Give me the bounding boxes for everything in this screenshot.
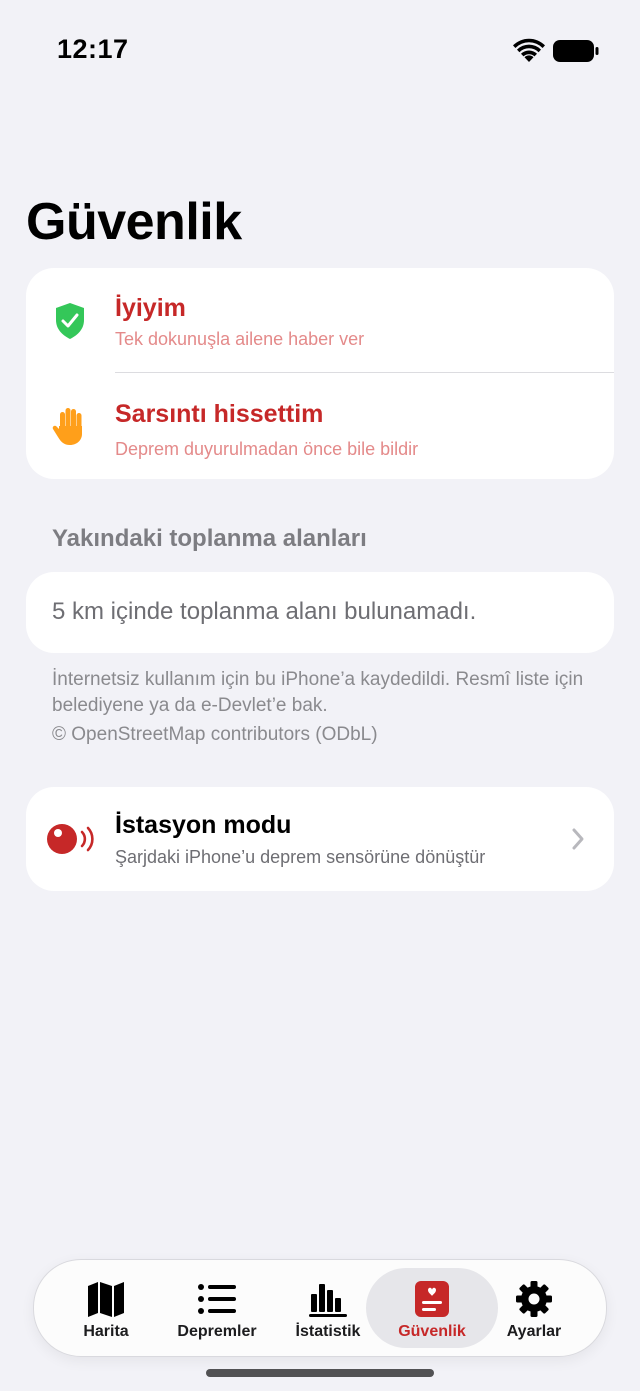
osm-attribution: © OpenStreetMap contributors (ODbL) [52, 724, 378, 745]
felt-shaking-title: Sarsıntı hissettim [115, 400, 324, 428]
tab-label: İstatistik [295, 1323, 361, 1340]
wifi-icon [513, 38, 545, 62]
tab-label: Güvenlik [398, 1323, 466, 1340]
assembly-footnote: İnternetsiz kullanım için bu iPhone’a ka… [52, 669, 584, 716]
station-mode-subtitle: Şarjdaki iPhone’u deprem sensörüne dönüş… [115, 847, 486, 867]
safety-actions-card: İyiyim Tek dokunuşla ailene haber ver Sa… [26, 268, 614, 479]
im-safe-subtitle: Tek dokunuşla ailene haber ver [115, 329, 365, 349]
tab-ayarlar[interactable]: Ayarlar [484, 1268, 584, 1348]
assembly-areas-header: Yakındaki toplanma alanları [52, 525, 367, 552]
shield-check-icon [56, 303, 84, 339]
heart-document-icon [415, 1281, 449, 1317]
tab-label: Harita [83, 1323, 129, 1340]
tab-istatistik[interactable]: İstatistik [278, 1268, 378, 1348]
tab-depremler[interactable]: Depremler [166, 1268, 268, 1348]
chevron-right-icon [572, 828, 584, 850]
felt-shaking-button[interactable]: Sarsıntı hissettim Deprem duyurulmadan ö… [26, 373, 614, 478]
tab-harita[interactable]: Harita [56, 1268, 156, 1348]
tab-label: Ayarlar [506, 1323, 562, 1340]
station-mode-row[interactable]: İstasyon modu Şarjdaki iPhone’u deprem s… [26, 787, 614, 891]
tab-bar: Harita Depremler İstatistik Güvenlik Aya… [33, 1259, 607, 1357]
battery-icon [553, 40, 599, 62]
raised-hand-icon [52, 408, 82, 445]
list-icon [198, 1284, 236, 1314]
home-indicator [206, 1369, 434, 1377]
station-mode-title: İstasyon modu [115, 811, 292, 839]
status-time: 12:17 [57, 34, 129, 64]
status-bar: 12:17 [0, 0, 640, 100]
bar-chart-icon [309, 1284, 347, 1317]
seismic-sensor-icon [47, 824, 94, 854]
felt-shaking-subtitle: Deprem duyurulmadan önce bile bildir [115, 439, 419, 459]
tab-guvenlik[interactable]: Güvenlik [366, 1268, 498, 1348]
im-safe-button[interactable]: İyiyim Tek dokunuşla ailene haber ver [26, 268, 614, 373]
page-title: Güvenlik [26, 193, 242, 251]
im-safe-title: İyiyim [115, 294, 186, 322]
assembly-areas-card: 5 km içinde toplanma alanı bulunamadı. [26, 572, 614, 653]
assembly-empty-text: 5 km içinde toplanma alanı bulunamadı. [52, 598, 477, 625]
gear-icon [516, 1281, 552, 1317]
map-icon [88, 1282, 124, 1317]
tab-label: Depremler [177, 1323, 257, 1340]
